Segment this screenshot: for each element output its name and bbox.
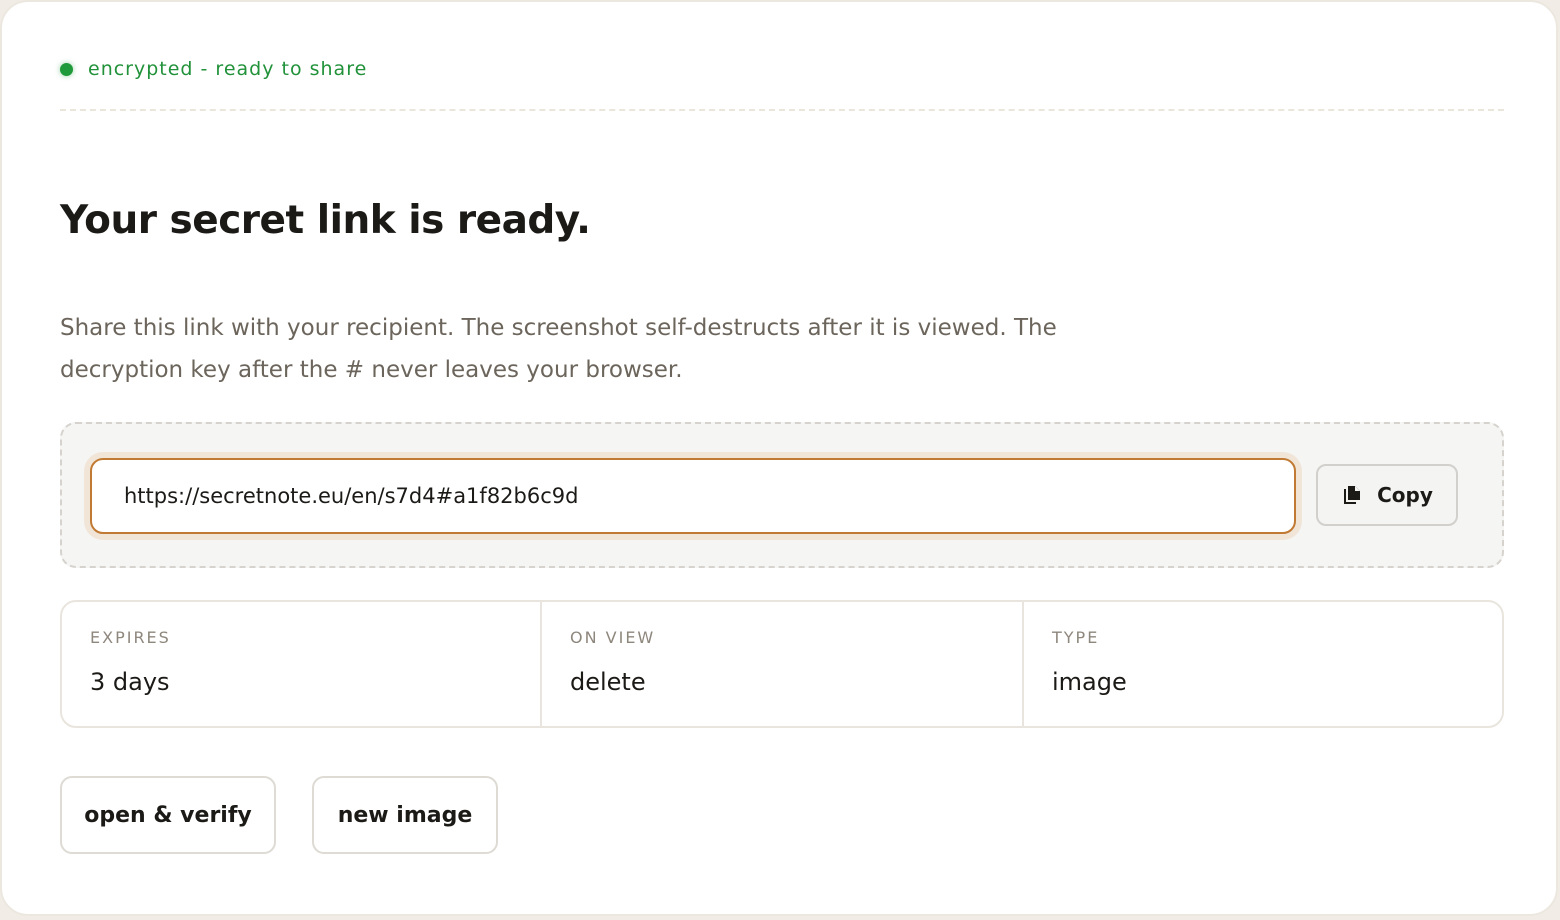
meta-label: EXPIRES [90, 628, 171, 647]
link-box: Copy [60, 422, 1504, 568]
meta-value: image [1052, 668, 1127, 696]
share-card: encrypted - ready to share Your secret l… [0, 0, 1558, 916]
description: Share this link with your recipient. The… [60, 315, 1057, 383]
copy-icon [1341, 484, 1363, 506]
status-indicator: encrypted - ready to share [60, 56, 367, 82]
meta-value: 3 days [90, 668, 170, 696]
meta-expires: EXPIRES 3 days [62, 602, 542, 726]
divider [60, 109, 1504, 111]
open-verify-button[interactable]: open & verify [60, 776, 276, 854]
meta-label: ON VIEW [570, 628, 656, 647]
new-image-button[interactable]: new image [312, 776, 498, 854]
page-title: Your secret link is ready. [60, 198, 591, 243]
copy-label: Copy [1377, 483, 1433, 507]
meta-on-view: ON VIEW delete [542, 602, 1024, 726]
status-dot-icon [60, 62, 73, 76]
meta-type: TYPE image [1024, 602, 1502, 726]
meta-table: EXPIRES 3 days ON VIEW delete TYPE image [60, 600, 1504, 728]
meta-value: delete [570, 668, 646, 696]
copy-button[interactable]: Copy [1316, 464, 1458, 526]
status-text: encrypted - ready to share [88, 58, 368, 80]
meta-label: TYPE [1052, 628, 1100, 647]
secret-link-input[interactable] [90, 458, 1296, 534]
